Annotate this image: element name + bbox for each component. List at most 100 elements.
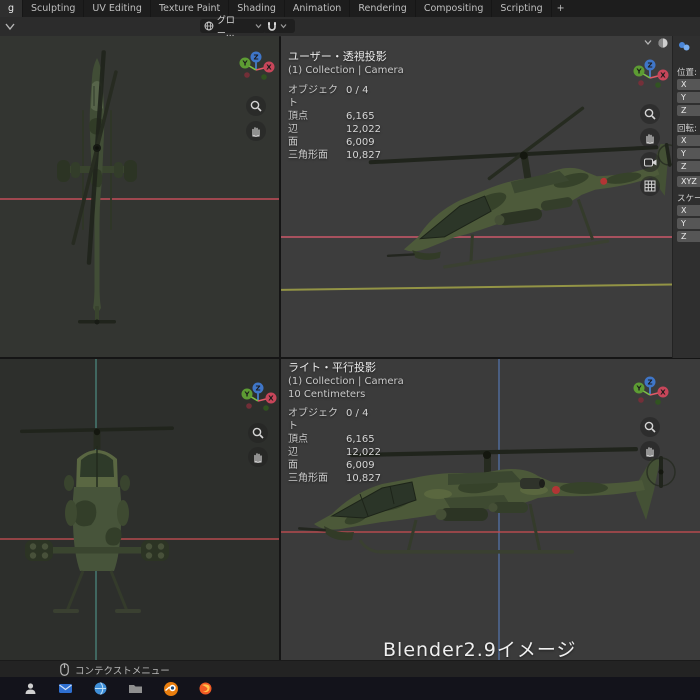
stat-triangles: 三角形面 10,827 bbox=[288, 150, 381, 161]
viewport-top-left[interactable]: Z Y X bbox=[0, 36, 279, 357]
blender-app-icon[interactable] bbox=[162, 680, 179, 697]
pan-button[interactable] bbox=[246, 121, 266, 141]
svg-text:Z: Z bbox=[647, 62, 652, 70]
sidebar-transform-panel: 位置: X Y Z 回転: X Y Z XYZ スケー X Y Z bbox=[672, 36, 700, 358]
stat-triangles: 三角形面 10,827 bbox=[288, 473, 381, 484]
helicopter-model-perspective[interactable] bbox=[368, 102, 680, 297]
svg-text:X: X bbox=[268, 395, 274, 403]
workspace-tab-rendering[interactable]: Rendering bbox=[350, 0, 416, 17]
view-name: ライト・平行投影 bbox=[288, 361, 376, 374]
zoom-button[interactable] bbox=[640, 417, 660, 437]
scale-y-field[interactable]: Y bbox=[677, 218, 700, 229]
svg-text:Z: Z bbox=[255, 385, 260, 393]
magnet-icon bbox=[268, 21, 276, 31]
collapse-chevron-icon[interactable] bbox=[5, 22, 15, 31]
hand-icon bbox=[254, 453, 262, 463]
navigation-axis-gizmo[interactable]: Z Y X bbox=[236, 50, 276, 90]
context-menu-hint: コンテクストメニュー bbox=[75, 665, 170, 677]
svg-text:Y: Y bbox=[243, 391, 250, 399]
camera-view-button[interactable] bbox=[640, 152, 660, 172]
add-workspace-button[interactable]: + bbox=[552, 0, 570, 17]
hand-icon bbox=[252, 127, 260, 137]
magnifier-icon bbox=[252, 427, 264, 439]
hand-icon bbox=[646, 447, 654, 457]
pan-button[interactable] bbox=[640, 128, 660, 148]
rotation-label: 回転: bbox=[677, 124, 697, 134]
pan-button[interactable] bbox=[640, 441, 660, 461]
workspace-tab-modeling-cut[interactable]: g bbox=[0, 0, 24, 17]
scale-indicator: 10 Centimeters bbox=[288, 389, 366, 400]
zoom-button[interactable] bbox=[248, 423, 268, 443]
viewport-header: グロー... bbox=[0, 16, 700, 39]
view-name: ユーザー・透視投影 bbox=[288, 50, 387, 63]
svg-text:X: X bbox=[660, 389, 666, 397]
chevron-down-icon bbox=[280, 24, 287, 29]
workspace-tab-bar: g Sculpting UV Editing Texture Paint Sha… bbox=[0, 0, 700, 17]
helicopter-model-front-view[interactable] bbox=[17, 413, 177, 648]
chevron-down-icon bbox=[255, 24, 262, 29]
scale-z-field[interactable]: Z bbox=[677, 231, 700, 242]
location-z-field[interactable]: Z bbox=[677, 105, 700, 116]
workspace-tab-compositing[interactable]: Compositing bbox=[416, 0, 493, 17]
navigation-axis-gizmo[interactable]: Z Y X bbox=[238, 381, 278, 421]
hand-icon bbox=[646, 134, 654, 144]
zoom-button[interactable] bbox=[640, 104, 660, 124]
shading-sphere-icon[interactable] bbox=[657, 37, 669, 49]
scale-label: スケー bbox=[677, 194, 700, 204]
toggle-grid-button[interactable] bbox=[640, 176, 660, 196]
location-y-field[interactable]: Y bbox=[677, 92, 700, 103]
snap-toggle[interactable] bbox=[263, 19, 295, 33]
chevron-down-icon[interactable] bbox=[644, 39, 652, 46]
app-icon-mail[interactable] bbox=[57, 680, 74, 697]
blender-window: g Sculpting UV Editing Texture Paint Sha… bbox=[0, 0, 700, 700]
navigation-axis-gizmo[interactable]: Z Y X bbox=[630, 58, 670, 98]
zoom-button[interactable] bbox=[246, 96, 266, 116]
svg-text:X: X bbox=[660, 72, 666, 80]
viewport-overlay-info: ライト・平行投影 (1) Collection | Camera 10 Cent… bbox=[288, 361, 408, 485]
workspace-tab-scripting[interactable]: Scripting bbox=[492, 0, 552, 17]
pan-button[interactable] bbox=[248, 447, 268, 467]
grid-icon bbox=[644, 180, 656, 192]
stat-vertices: 頂点 6,165 bbox=[288, 111, 375, 122]
workspace-tab-animation[interactable]: Animation bbox=[285, 0, 351, 17]
helicopter-model-top-view[interactable] bbox=[37, 50, 157, 342]
svg-text:Y: Y bbox=[241, 60, 248, 68]
os-taskbar bbox=[0, 677, 700, 700]
breadcrumb: (1) Collection | Camera bbox=[288, 65, 404, 76]
navigation-axis-gizmo[interactable]: Z Y X bbox=[630, 375, 670, 415]
viewport-overlay-info: ユーザー・透視投影 (1) Collection | Camera オブジェクト… bbox=[288, 50, 408, 162]
transform-orientation-dropdown[interactable]: グロー... bbox=[200, 16, 266, 39]
globe-icon bbox=[204, 21, 214, 31]
watermark-text: Blender2.9イメージ bbox=[383, 639, 577, 661]
rotation-mode-dropdown[interactable]: XYZ bbox=[677, 176, 700, 187]
app-icon-firefox[interactable] bbox=[197, 680, 214, 697]
mouse-icon bbox=[60, 663, 69, 676]
stat-faces: 面 6,009 bbox=[288, 137, 375, 148]
location-label: 位置: bbox=[677, 68, 697, 78]
stat-edges: 辺 12,022 bbox=[288, 124, 381, 135]
svg-text:X: X bbox=[266, 64, 272, 72]
svg-text:Z: Z bbox=[647, 379, 652, 387]
view-layer-icon[interactable] bbox=[678, 40, 690, 52]
rotation-x-field[interactable]: X bbox=[677, 135, 700, 146]
rotation-y-field[interactable]: Y bbox=[677, 148, 700, 159]
app-icon-folder[interactable] bbox=[127, 680, 144, 697]
viewport-bottom-left[interactable]: Z Y X bbox=[0, 359, 279, 660]
viewport-bottom-right[interactable]: ライト・平行投影 (1) Collection | Camera 10 Cent… bbox=[281, 359, 700, 660]
camera-icon bbox=[643, 158, 656, 166]
workspace-tab-sculpting[interactable]: Sculpting bbox=[23, 0, 85, 17]
app-icon-browser[interactable] bbox=[92, 680, 109, 697]
location-x-field[interactable]: X bbox=[677, 79, 700, 90]
stat-edges: 辺 12,022 bbox=[288, 447, 381, 458]
app-icon-people[interactable] bbox=[22, 680, 39, 697]
svg-text:Y: Y bbox=[635, 68, 642, 76]
rotation-z-field[interactable]: Z bbox=[677, 161, 700, 172]
scale-x-field[interactable]: X bbox=[677, 205, 700, 216]
workspace-tab-uv-editing[interactable]: UV Editing bbox=[84, 0, 151, 17]
magnifier-icon bbox=[644, 421, 656, 433]
magnifier-icon bbox=[250, 100, 262, 112]
svg-text:Y: Y bbox=[635, 385, 642, 393]
stat-faces: 面 6,009 bbox=[288, 460, 375, 471]
viewport-top-right[interactable]: ユーザー・透視投影 (1) Collection | Camera オブジェクト… bbox=[281, 36, 700, 357]
stat-objects: オブジェクト 0 / 4 bbox=[288, 85, 369, 109]
